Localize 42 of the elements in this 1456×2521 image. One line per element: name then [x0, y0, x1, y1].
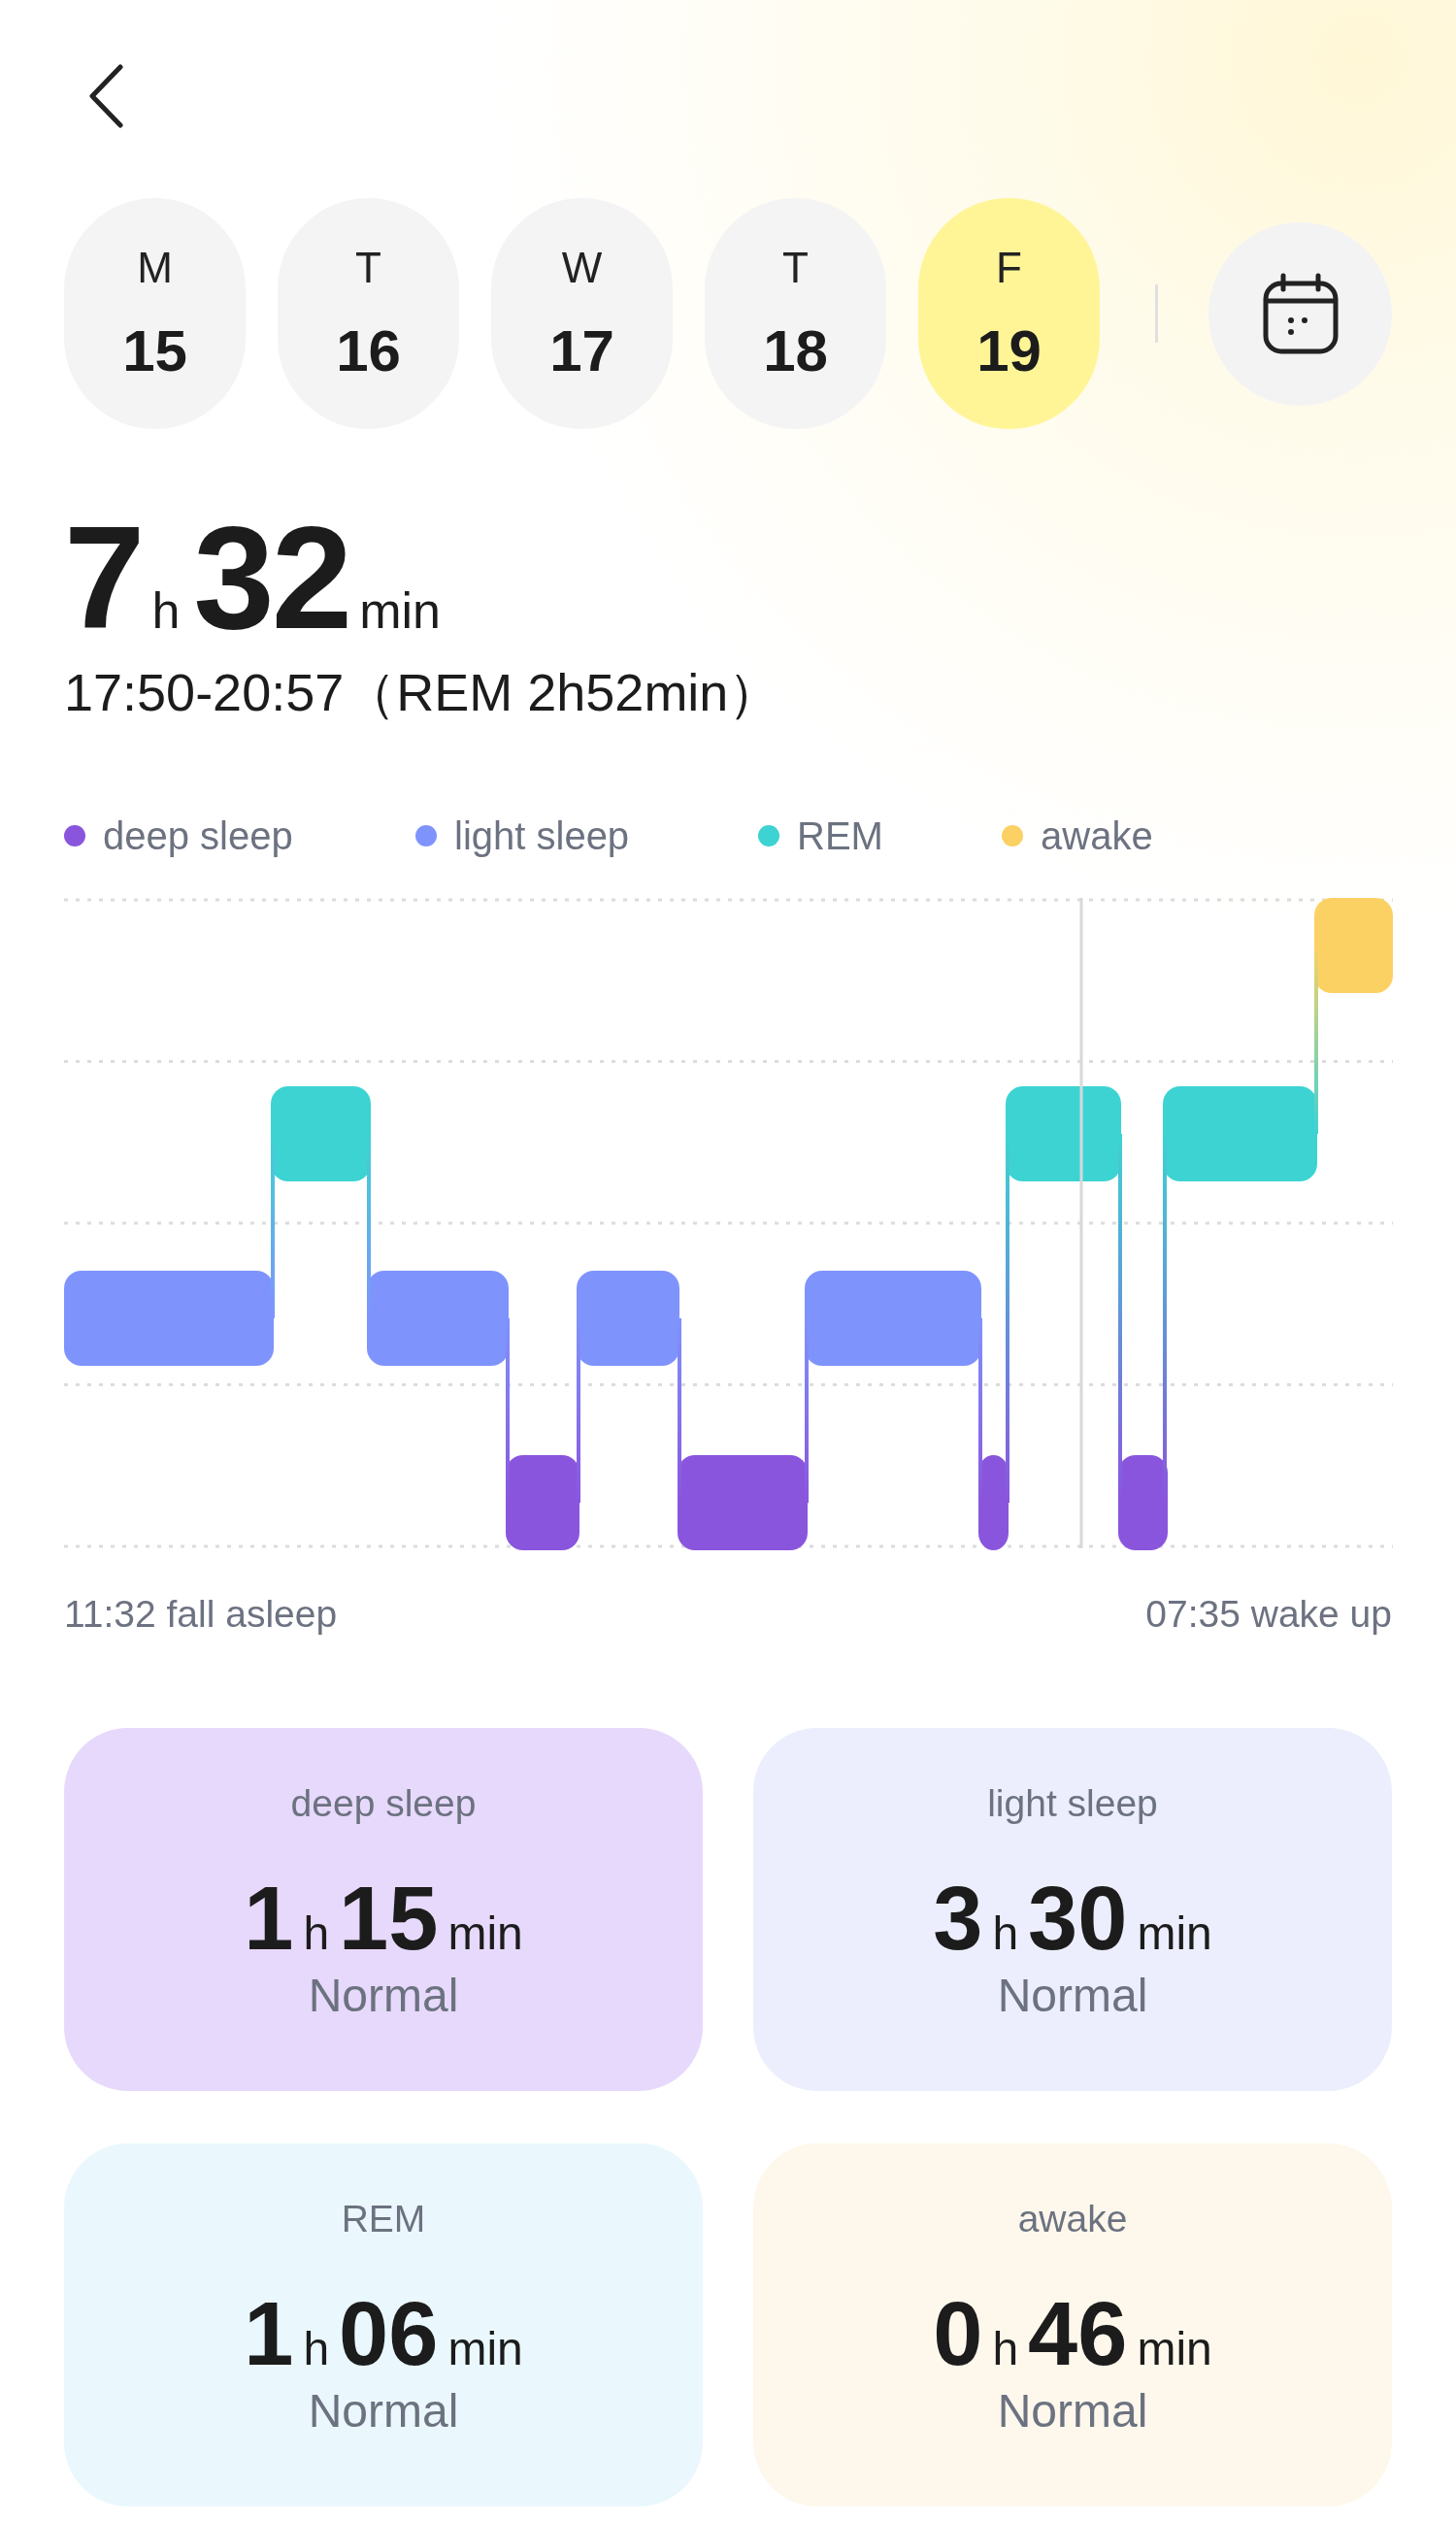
day-tab[interactable]: F 19: [918, 198, 1100, 429]
hours-unit: h: [151, 581, 181, 640]
hours-value: 1: [244, 1874, 294, 1963]
stage-title: awake: [1017, 2198, 1128, 2240]
hours-value: 7: [64, 505, 143, 650]
minutes-unit: min: [447, 1907, 523, 1960]
hours-value: 3: [933, 1874, 983, 1963]
minutes-value: 15: [339, 1874, 439, 1963]
day-tab[interactable]: W 17: [491, 198, 673, 429]
stage-title: deep sleep: [290, 1782, 477, 1825]
minutes-value: 06: [339, 2289, 439, 2378]
day-tab[interactable]: T 18: [705, 198, 886, 429]
hours-unit: h: [303, 2322, 330, 2375]
stage-title: light sleep: [987, 1782, 1158, 1825]
minutes-unit: min: [1137, 2322, 1212, 2375]
legend-label: deep sleep: [103, 813, 293, 858]
minutes-unit: min: [1137, 1907, 1212, 1960]
fall-asleep-time: 11:32 fall asleep: [64, 1593, 338, 1636]
wake-up-time: 07:35 wake up: [1145, 1593, 1392, 1636]
stage-status: Normal: [997, 2384, 1148, 2438]
day-tab[interactable]: M 15: [64, 198, 246, 429]
hours-value: 0: [933, 2289, 983, 2378]
stage-status: Normal: [308, 1969, 459, 2022]
hours-unit: h: [992, 2322, 1019, 2375]
minutes-value: 30: [1028, 1874, 1128, 1963]
legend-label: REM: [797, 813, 883, 858]
hours-value: 1: [244, 2289, 294, 2378]
minutes-value: 46: [1028, 2289, 1128, 2378]
calendar-icon: [1261, 272, 1340, 355]
legend-label: light sleep: [454, 813, 630, 858]
stage-status: Normal: [997, 1969, 1148, 2022]
stage-status: Normal: [308, 2384, 459, 2438]
back-icon[interactable]: [88, 64, 123, 128]
hours-unit: h: [303, 1907, 330, 1960]
minutes-unit: min: [447, 2322, 523, 2375]
legend-label: awake: [1041, 813, 1153, 858]
minutes-unit: min: [359, 581, 441, 640]
hours-unit: h: [992, 1907, 1019, 1960]
day-tab[interactable]: T 16: [278, 198, 459, 429]
stage-title: REM: [341, 2198, 426, 2240]
minutes-value: 32: [193, 505, 350, 650]
sleep-time-range: 17:50-20:57（REM 2h52min）: [64, 662, 782, 723]
